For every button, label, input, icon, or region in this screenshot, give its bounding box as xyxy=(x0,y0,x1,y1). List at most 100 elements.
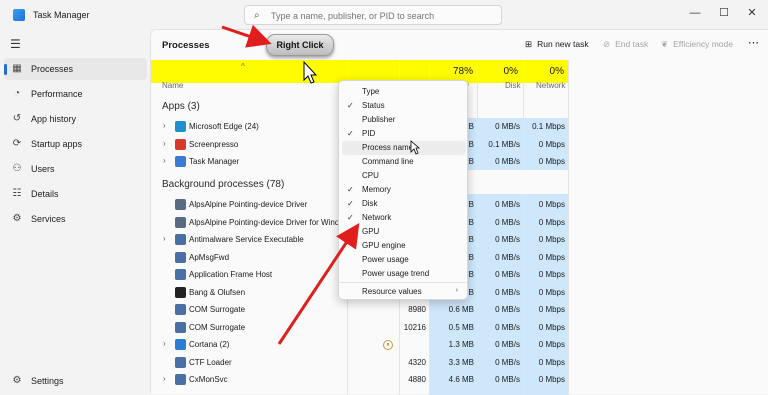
process-name: AlpsAlpine Pointing-device Driver for Wi… xyxy=(189,217,351,227)
process-name: Task Manager xyxy=(189,157,240,166)
run-new-task-label: Run new task xyxy=(537,39,589,49)
process-name: CxMonSvc xyxy=(189,375,228,384)
process-name: Antimalware Service Executable xyxy=(189,235,304,244)
sidebar-item-label: Processes xyxy=(31,64,74,74)
menu-item-command-line[interactable]: Command line xyxy=(342,155,466,169)
sidebar-item-label: App history xyxy=(31,114,77,124)
network-cell: 0 Mbps xyxy=(538,139,565,149)
sidebar-item-processes[interactable]: ▦ Processes xyxy=(4,58,147,80)
sidebar-item-users[interactable]: ⚇ Users xyxy=(4,158,147,180)
process-row[interactable]: COM Surrogate 8980 0.6 MB 0 MB/s 0 Mbps xyxy=(151,301,768,318)
menu-item-disk[interactable]: ✓ Disk xyxy=(342,197,466,211)
menu-item-type[interactable]: Type xyxy=(342,85,466,99)
menu-item-network[interactable]: ✓ Network xyxy=(342,211,466,225)
disk-cell: 0 MB/s xyxy=(495,357,520,367)
end-task-button[interactable]: ⊘ End task xyxy=(603,39,648,50)
run-task-icon: ⊞ xyxy=(525,39,533,49)
page-title: Processes xyxy=(162,40,210,51)
process-row[interactable]: CTF Loader 4320 3.3 MB 0 MB/s 0 Mbps xyxy=(151,354,768,371)
memory-cell: 0.5 MB xyxy=(448,322,474,332)
process-row[interactable]: › Cortana (2) ⏸ 1.3 MB 0 MB/s 0 Mbps xyxy=(151,336,768,353)
chevron-right-icon[interactable]: › xyxy=(163,374,166,383)
menu-item-label: GPU xyxy=(362,227,380,236)
chevron-right-icon[interactable]: › xyxy=(163,121,166,130)
process-icon xyxy=(175,339,186,350)
search-input[interactable] xyxy=(271,9,497,22)
process-name: AlpsAlpine Pointing-device Driver xyxy=(189,200,308,209)
efficiency-mode-label: Efficiency mode xyxy=(673,39,733,49)
network-cell: 0 Mbps xyxy=(538,217,565,227)
process-name: Cortana (2) xyxy=(189,340,230,349)
network-cell: 0 Mbps xyxy=(538,322,565,332)
network-cell: 0 Mbps xyxy=(538,287,565,297)
disk-cell: 0 MB/s xyxy=(495,235,520,244)
menu-item-pid[interactable]: ✓ PID xyxy=(342,127,466,141)
checkmark-icon: ✓ xyxy=(347,199,354,208)
process-icon xyxy=(175,121,186,132)
sidebar-item-label: Users xyxy=(31,164,55,174)
menu-item-cpu[interactable]: CPU xyxy=(342,169,466,183)
column-header-name[interactable]: Name xyxy=(162,81,183,90)
chevron-right-icon[interactable]: › xyxy=(163,156,166,165)
menu-item-resource-values[interactable]: Resource values › xyxy=(342,285,466,299)
menu-item-publisher[interactable]: Publisher xyxy=(342,113,466,127)
maximize-button[interactable]: ☐ xyxy=(711,4,737,22)
end-task-label: End task xyxy=(615,39,649,49)
window-title: Task Manager xyxy=(33,10,90,20)
menu-item-power-usage-trend[interactable]: Power usage trend xyxy=(342,267,466,281)
menu-item-label: Publisher xyxy=(362,115,396,124)
menu-item-label: GPU engine xyxy=(362,241,406,250)
menu-item-label: Command line xyxy=(362,157,414,166)
process-row[interactable]: COM Surrogate 10216 0.5 MB 0 MB/s 0 Mbps xyxy=(151,319,768,336)
hamburger-menu-icon[interactable]: ☰ xyxy=(10,37,21,51)
chevron-right-icon[interactable]: › xyxy=(163,139,166,148)
network-cell: 0 Mbps xyxy=(538,200,565,209)
more-options-button[interactable]: ⋯ xyxy=(748,36,759,49)
menu-item-label: PID xyxy=(362,129,376,138)
background-section-header: Background processes (78) xyxy=(162,179,285,190)
process-row[interactable]: › CxMonSvc 4880 4.6 MB 0 MB/s 0 Mbps xyxy=(151,371,768,388)
menu-item-power-usage[interactable]: Power usage xyxy=(342,253,466,267)
sidebar-item-details[interactable]: ☷ Details xyxy=(4,183,147,205)
header-highlight-name xyxy=(151,60,347,83)
menu-item-gpu[interactable]: GPU xyxy=(342,225,466,239)
pid-cell: 8980 xyxy=(408,305,426,314)
right-click-callout: Right Click xyxy=(266,34,334,56)
disk-cell: 0 MB/s xyxy=(495,322,520,332)
menu-item-label: CPU xyxy=(362,171,379,180)
disk-cell: 0.1 MB/s xyxy=(488,139,520,149)
disk-cell: 0 MB/s xyxy=(495,122,520,131)
checkmark-icon: ✓ xyxy=(347,129,354,138)
search-box[interactable]: ⌕ xyxy=(244,5,502,25)
sidebar-item-settings[interactable]: ⚙ Settings xyxy=(4,370,147,392)
column-header-network[interactable]: Network xyxy=(536,81,565,90)
network-cell: 0 Mbps xyxy=(538,157,565,166)
process-name: CTF Loader xyxy=(189,357,232,367)
column-header-disk[interactable]: Disk xyxy=(505,81,521,90)
menu-item-process-name[interactable]: Process name xyxy=(342,141,466,155)
disk-cell: 0 MB/s xyxy=(495,157,520,166)
close-button[interactable]: ✕ xyxy=(739,4,765,22)
efficiency-mode-button[interactable]: ❦ Efficiency mode xyxy=(661,39,733,50)
sidebar-item-app-history[interactable]: ↺ App history xyxy=(4,108,147,130)
menu-item-label: Resource values xyxy=(362,287,422,296)
menu-item-status[interactable]: ✓ Status xyxy=(342,99,466,113)
chevron-right-icon[interactable]: › xyxy=(163,339,166,348)
network-cell: 0 Mbps xyxy=(538,235,565,244)
process-icon xyxy=(175,199,186,210)
sidebar-item-startup-apps[interactable]: ⟳ Startup apps xyxy=(4,133,147,155)
menu-item-memory[interactable]: ✓ Memory xyxy=(342,183,466,197)
network-cell: 0 Mbps xyxy=(538,340,565,349)
disk-cell: 0 MB/s xyxy=(495,340,520,349)
network-cell: 0 Mbps xyxy=(538,357,565,367)
process-icon xyxy=(175,286,186,298)
minimize-button[interactable]: — xyxy=(682,4,708,22)
run-new-task-button[interactable]: ⊞ Run new task xyxy=(525,39,589,50)
sidebar-item-services[interactable]: ⚙ Services xyxy=(4,208,147,230)
sidebar-item-performance[interactable]: ◔ Performance xyxy=(4,83,147,105)
menu-item-gpu-engine[interactable]: GPU engine xyxy=(342,239,466,253)
search-icon: ⌕ xyxy=(254,10,260,21)
task-manager-app-icon xyxy=(13,9,25,21)
checkmark-icon: ✓ xyxy=(347,213,354,222)
chevron-right-icon[interactable]: › xyxy=(163,234,166,243)
